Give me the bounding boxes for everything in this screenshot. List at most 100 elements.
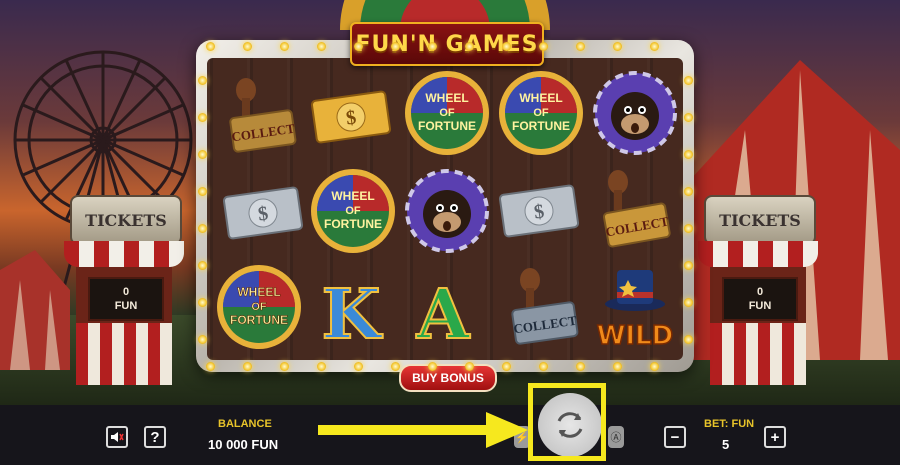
booth-window-left: 0 FUN [88,277,164,321]
tickets-booth-right: TICKETS 0 FUN [698,195,818,385]
marquee-bulb [243,42,252,51]
marquee-bulb [198,113,207,122]
game-logo: FUN'N GAMES [350,22,544,66]
marquee-bulb [613,42,622,51]
marquee-bulb [354,362,363,371]
bet-increase-button[interactable]: + [764,426,786,448]
symbol-collect-stamp: COLLECT [218,76,308,166]
wheel-text-2: OF [439,107,455,119]
letter-k-text: K [321,275,383,352]
marquee-bulb [428,362,437,371]
marquee-bulb [198,224,207,233]
wheel-text-1: WHEEL [237,285,280,299]
marquee-bulb [465,362,474,371]
marquee-bulb [539,362,548,371]
bet-label: BET: FUN [704,418,755,430]
tickets-count-left: 0 [122,286,130,298]
symbol-wheel-of-fortune: WHEEL OF FORTUNE [214,262,304,352]
marquee-bulb [206,42,215,51]
symbol-collect-stamp: COLLECT [592,170,682,260]
marquee-bulb [198,187,207,196]
marquee-bulb [198,335,207,344]
marquee-bulb [198,76,207,85]
marquee-bulb [576,42,585,51]
buy-bonus-button[interactable]: BUY BONUS [399,364,497,392]
sound-toggle-button[interactable] [106,426,128,448]
marquee-bulb [198,298,207,307]
symbol-ticket-gold: $ [306,72,396,162]
symbol-ticket-silver: $ [218,168,308,258]
booth-awning [64,241,184,267]
marquee-bulb [684,76,693,85]
marquee-bulb [391,42,400,51]
tickets-unit-left: FUN [114,300,138,312]
tickets-sign-right: TICKETS [704,195,816,245]
symbol-collect-stamp: COLLECT [500,268,590,358]
symbol-letter-a: A [398,262,488,352]
balance-label: BALANCE [218,418,272,430]
speaker-muted-icon [111,432,124,442]
wheel-text-3: FORTUNE [324,217,382,231]
marquee-bulb [684,224,693,233]
marquee-bulb [428,42,437,51]
autoplay-button[interactable]: Ⓐ [608,426,624,448]
symbol-ticket-silver: $ [494,166,584,256]
marquee-bulb [391,362,400,371]
marquee-bulb [650,42,659,51]
tickets-booth-left: TICKETS 0 FUN [64,195,184,385]
marquee-bulb [280,42,289,51]
wheel-text-3: FORTUNE [418,119,476,133]
marquee-bulb [198,150,207,159]
symbol-wheel-of-fortune: WHEEL OF FORTUNE [402,68,492,158]
autoplay-icon: Ⓐ [610,432,622,444]
symbol-wheel-of-fortune: WHEEL OF FORTUNE [308,166,398,256]
marquee-bulb [613,362,622,371]
tickets-unit-right: FUN [748,300,772,312]
marquee-bulb [280,362,289,371]
marquee-bulb [684,335,693,344]
balance-value: 10 000 FUN [208,437,279,452]
wheel-text-1: WHEEL [331,189,374,203]
marquee-bulb [465,42,474,51]
wheel-text-1: WHEEL [519,91,562,105]
bet-decrease-button[interactable]: − [664,426,686,448]
marquee-bulb [684,187,693,196]
marquee-bulb [650,362,659,371]
symbol-letter-k: K [306,262,396,352]
symbol-chimp-chip [402,166,492,256]
marquee-bulb [198,261,207,270]
marquee-bulb [576,362,585,371]
wheel-text-2: OF [345,205,361,217]
symbol-wheel-of-fortune: WHEEL OF FORTUNE [496,68,586,158]
letter-a-text: A [416,275,471,352]
wheel-text-2: OF [533,107,549,119]
wheel-text-3: FORTUNE [512,119,570,133]
bet-value: 5 [722,437,730,452]
tickets-sign-left: TICKETS [70,195,182,245]
help-button[interactable]: ? [144,426,166,448]
marquee-bulb [317,42,326,51]
marquee-bulb [243,362,252,371]
marquee-bulb [684,113,693,122]
tent-left [0,250,70,370]
symbol-chimp-chip [590,68,680,158]
marquee-bulb [684,298,693,307]
marquee-bulb [502,42,511,51]
booth-stripes [710,323,806,385]
marquee-bulb [206,362,215,371]
booth-stripes [76,323,172,385]
spin-highlight-box [528,383,606,461]
symbol-wild-hat: WILD [590,264,680,354]
wheel-text-2: OF [251,301,267,313]
booth-awning [698,241,818,267]
wheel-text-3: FORTUNE [230,313,288,327]
marquee-bulb [684,261,693,270]
wild-text: WILD [597,321,674,351]
annotation-arrow-icon [318,412,528,448]
booth-window-right: 0 FUN [722,277,798,321]
tickets-count-right: 0 [756,286,764,298]
marquee-bulb [354,42,363,51]
marquee-bulb [684,150,693,159]
marquee-bulb [502,362,511,371]
marquee-bulb [539,42,548,51]
